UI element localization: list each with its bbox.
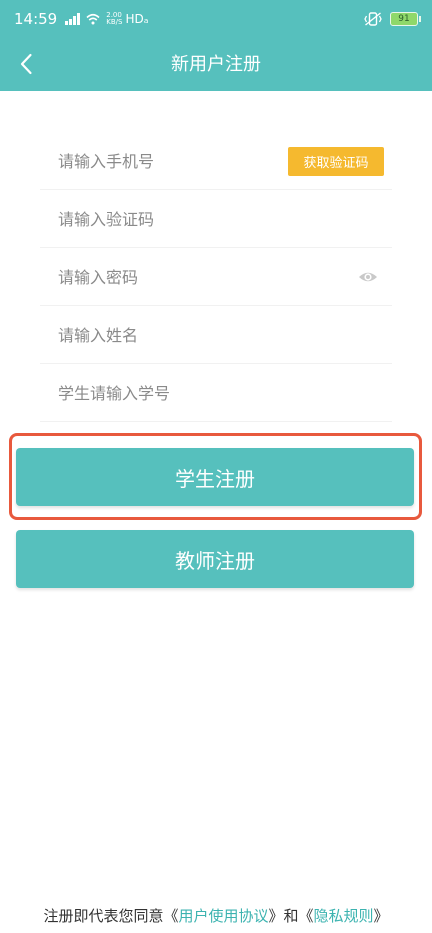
registration-form: 获取验证码 (40, 132, 392, 422)
back-button[interactable] (6, 44, 46, 84)
agreement-open-quote-2: 《 (298, 907, 314, 925)
password-input[interactable] (58, 248, 288, 306)
network-type: HDₐ (125, 12, 149, 26)
agreement-close-quote-2: 》 (373, 907, 389, 925)
eye-icon[interactable] (358, 267, 378, 287)
status-right: 91 (364, 12, 421, 26)
get-code-button[interactable]: 获取验证码 (288, 147, 384, 176)
verification-code-input[interactable] (58, 190, 288, 248)
agreement-open-quote-1: 《 (163, 907, 179, 925)
signal-icon (65, 13, 81, 25)
user-agreement-link[interactable]: 用户使用协议 (178, 907, 268, 925)
vibrate-icon (364, 12, 382, 26)
teacher-register-button[interactable]: 教师注册 (16, 530, 414, 588)
nav-bar: 新用户注册 (0, 38, 432, 91)
phone-input[interactable] (58, 132, 288, 190)
battery-icon: 91 (390, 12, 421, 26)
agreement-text: 注册即代表您同意《用户使用协议》和《隐私规则》 (0, 905, 432, 926)
agreement-prefix: 注册即代表您同意 (43, 907, 164, 925)
student-id-field-row (40, 364, 392, 422)
wifi-icon (86, 13, 100, 25)
name-input[interactable] (58, 306, 288, 364)
status-time: 14:59 (14, 10, 58, 28)
chevron-left-icon (20, 53, 32, 75)
password-field-row (40, 248, 392, 306)
page-title: 新用户注册 (171, 54, 261, 75)
agreement-close-quote-1: 》 (268, 907, 284, 925)
net-speed: 2.00 KB/S (106, 12, 122, 26)
name-field-row (40, 306, 392, 364)
student-register-button[interactable]: 学生注册 (16, 448, 414, 506)
code-field-row (40, 190, 392, 248)
agreement-and: 和 (283, 907, 299, 925)
phone-field-row: 获取验证码 (40, 132, 392, 190)
net-speed-unit: KB/S (106, 18, 123, 26)
student-id-input[interactable] (58, 364, 288, 422)
status-bar: 14:59 2.00 KB/S HDₐ 91 (0, 0, 432, 38)
privacy-rules-link[interactable]: 隐私规则 (314, 907, 374, 925)
